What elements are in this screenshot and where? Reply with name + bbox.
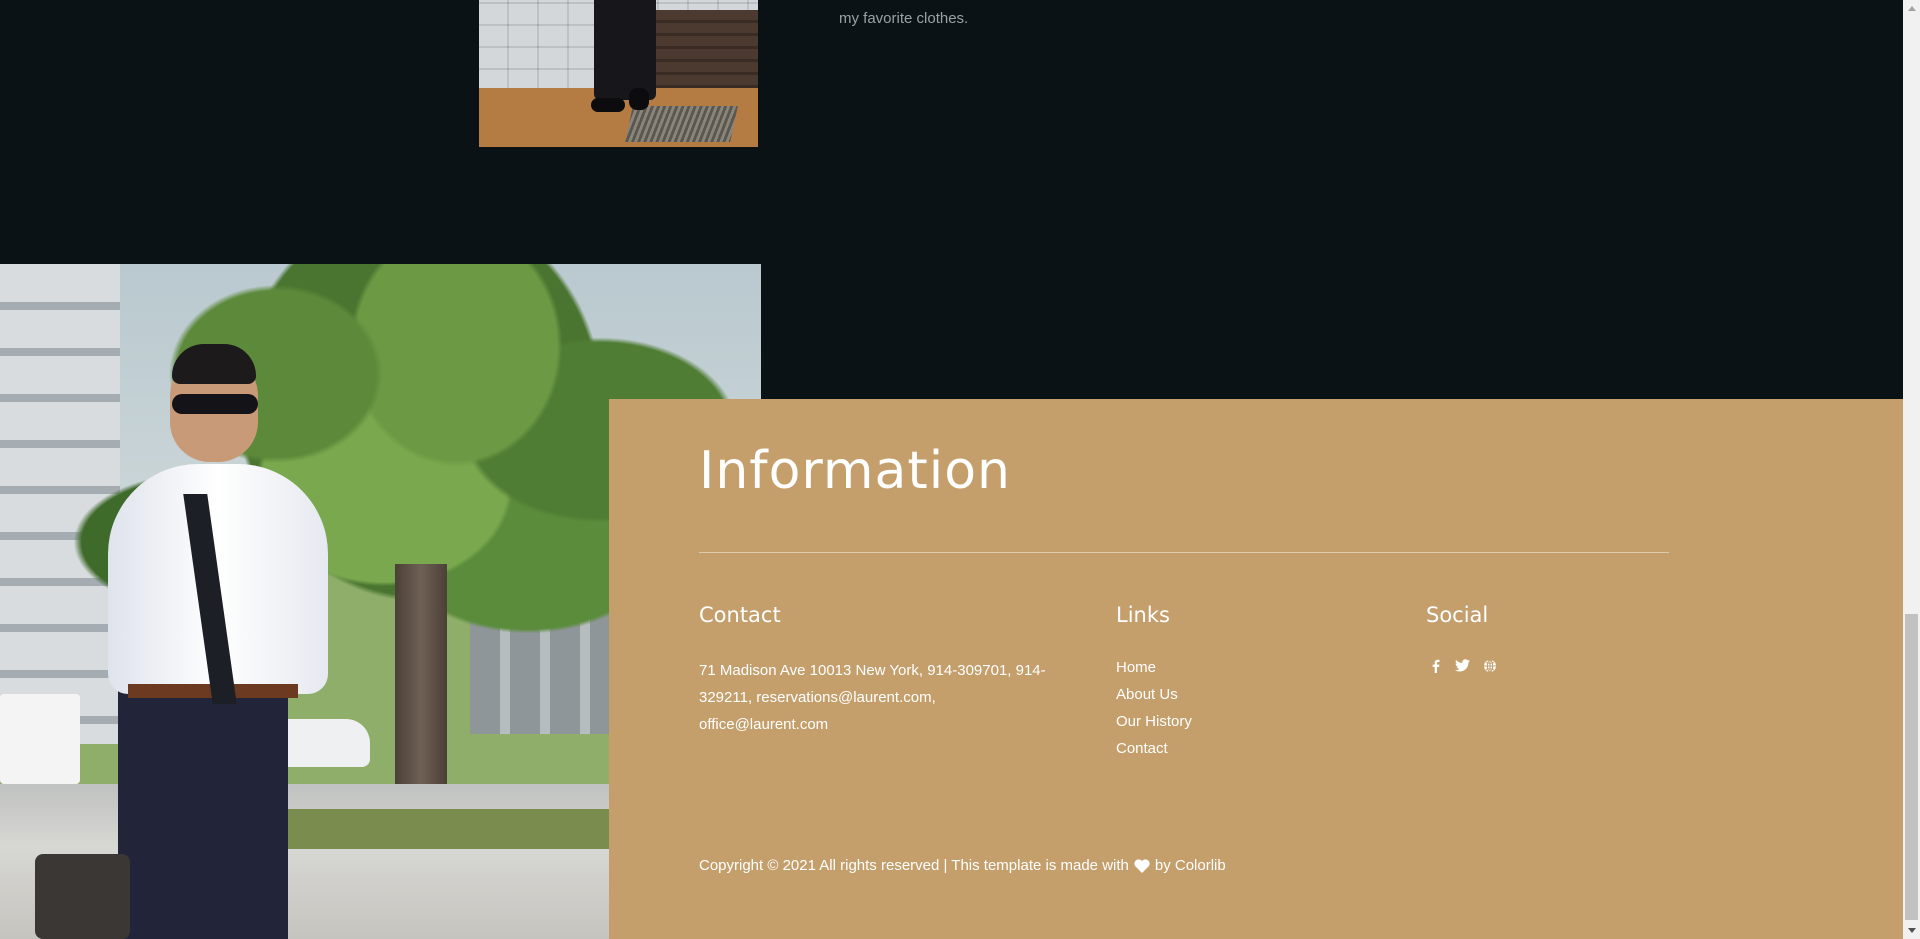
- link-our-history[interactable]: Our History: [1116, 708, 1192, 735]
- story-text: my favorite clothes.: [839, 10, 969, 27]
- photo-sunglasses: [172, 394, 258, 414]
- photo-truck: [0, 694, 80, 784]
- photo-shoe: [629, 88, 649, 110]
- photo-bag: [35, 854, 130, 939]
- globe-icon[interactable]: [1482, 658, 1497, 673]
- information-title: Information: [699, 441, 1012, 501]
- photo-model: [108, 464, 328, 939]
- contact-info: 71 Madison Ave 10013 New York, 914-30970…: [699, 657, 1059, 738]
- contact-line: 71 Madison Ave 10013 New York, 914-30970…: [699, 662, 1046, 679]
- scrollbar-thumb[interactable]: [1905, 614, 1918, 920]
- photo-shoe: [591, 98, 625, 112]
- contact-line[interactable]: 329211, reservations@laurent.com,: [699, 684, 1059, 711]
- link-about-us[interactable]: About Us: [1116, 681, 1192, 708]
- photo-bench: [644, 10, 758, 88]
- copyright: Copyright © 2021 All rights reserved | T…: [699, 857, 1226, 874]
- page: my favorite clothes. Information Contact…: [0, 0, 1920, 939]
- scroll-up-arrow-icon[interactable]: [1903, 0, 1920, 17]
- social-icons: [1428, 658, 1497, 673]
- twitter-icon[interactable]: [1455, 658, 1470, 673]
- colorlib-link[interactable]: by Colorlib: [1155, 857, 1226, 874]
- heart-icon: [1134, 858, 1150, 873]
- scroll-down-arrow-icon[interactable]: [1903, 922, 1920, 939]
- photo-grate: [625, 106, 738, 142]
- social-heading: Social: [1426, 603, 1489, 627]
- contact-line[interactable]: office@laurent.com: [699, 711, 1059, 738]
- link-contact[interactable]: Contact: [1116, 735, 1192, 762]
- information-panel: Information Contact Links Social 71 Madi…: [609, 399, 1903, 939]
- link-home[interactable]: Home: [1116, 654, 1192, 681]
- footer-links: Home About Us Our History Contact: [1116, 654, 1192, 762]
- vertical-scrollbar[interactable]: [1903, 0, 1920, 939]
- facebook-icon[interactable]: [1428, 658, 1443, 673]
- fashion-photo-top: [479, 0, 758, 147]
- links-heading: Links: [1116, 603, 1170, 627]
- contact-heading: Contact: [699, 603, 781, 627]
- photo-pants: [118, 689, 288, 939]
- divider: [699, 552, 1669, 553]
- photo-legs: [594, 0, 656, 100]
- photo-hair: [172, 344, 256, 384]
- copyright-text: Copyright © 2021 All rights reserved | T…: [699, 857, 1129, 874]
